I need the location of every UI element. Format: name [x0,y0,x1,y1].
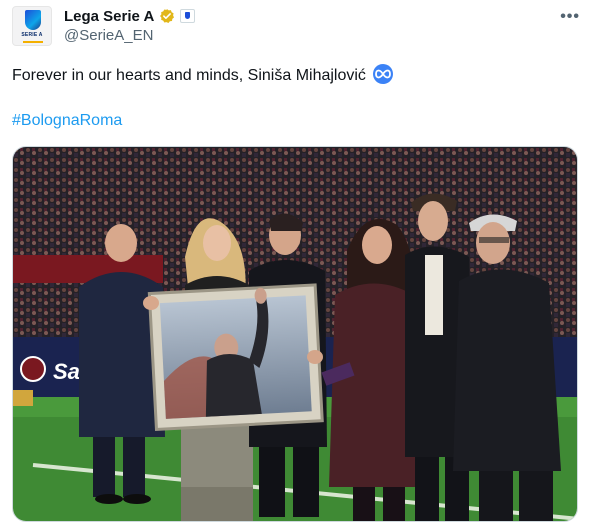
logo-underline [23,41,43,43]
tweet-card: SERIE A Lega Serie A @SerieA_EN ••• Fore… [0,0,600,524]
infinity-emoji-icon [373,64,394,84]
tweet-text-line: Forever in our hearts and minds, Siniša … [12,64,394,86]
affiliate-badge-icon[interactable] [180,9,196,23]
framed-portrait [147,283,324,431]
verified-badge-icon[interactable] [159,8,175,24]
account-name[interactable]: Lega Serie A [64,8,154,25]
hashtag-link[interactable]: #BolognaRoma [12,112,122,130]
more-options-icon[interactable]: ••• [560,8,580,26]
tweet-photo[interactable]: Sa [12,146,578,522]
account-handle[interactable]: @SerieA_EN [64,27,153,44]
board-text: Sa [53,359,80,384]
photo-scene: Sa [13,147,577,521]
tweet-text: Forever in our hearts and minds, Siniša … [12,67,366,84]
hand-left [143,296,159,310]
avatar-logo-text: SERIE A [21,32,43,38]
serie-a-logo-icon [25,10,41,30]
hand-right [307,350,323,364]
bologna-crest-icon [20,356,46,382]
name-row: Lega Serie A [64,6,196,26]
account-avatar[interactable]: SERIE A [12,6,52,46]
